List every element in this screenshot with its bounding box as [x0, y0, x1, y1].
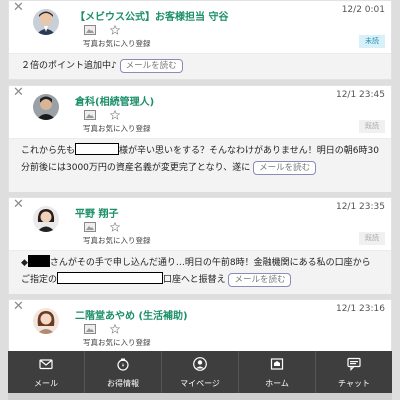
message-preview[interactable]: ◆ さんがその手で申し込んだ通り…明日の午前8時！金融機関にある私の口座からご指定… [9, 250, 391, 294]
timestamp: 12/1 23:35 [335, 202, 385, 212]
tab-label: メール [34, 379, 58, 388]
sender-name[interactable]: 二階堂あやめ (生活補助) [75, 307, 188, 322]
avatar[interactable] [33, 308, 59, 334]
home-icon [270, 358, 284, 370]
favorite-button[interactable]: お気に入り登録 [98, 25, 169, 49]
read-mail-button[interactable]: メールを読む [253, 161, 317, 175]
favorite-button[interactable]: お気に入り登録 [98, 222, 169, 246]
message-card[interactable]: ✕ 平野 翔子 12/1 23:35 写真 お気に入り登録 既読 ◆ さんがその手… [8, 197, 392, 294]
preview-text: これから先も [21, 146, 76, 156]
chat-icon [347, 357, 361, 371]
avatar[interactable] [33, 94, 59, 120]
bottom-strip [8, 393, 392, 400]
sender-name[interactable]: 平野 翔子 [75, 205, 118, 220]
timestamp: 12/1 23:16 [335, 304, 385, 314]
photo-icon [84, 222, 96, 232]
tab-label: ホーム [265, 379, 289, 388]
message-preview[interactable]: これから先も 様が辛い思いをする？そんなわけがありません！明日の朝6時30分前後に… [9, 138, 391, 192]
timestamp: 12/2 0:01 [341, 5, 385, 15]
piggy-bank-icon: ¥ [117, 358, 129, 371]
delete-icon[interactable]: ✕ [13, 198, 24, 212]
delete-icon[interactable]: ✕ [13, 300, 24, 314]
photo-label: 写真 [83, 236, 98, 245]
photo-icon [84, 25, 96, 35]
favorite-button[interactable]: お気に入り登録 [98, 110, 169, 134]
photo-label: 写真 [83, 39, 98, 48]
tab-chat[interactable]: チャット [316, 351, 392, 393]
tab-home[interactable]: ホーム [239, 351, 316, 393]
message-card[interactable]: ✕ 二階堂あやめ (生活補助) 12/1 23:16 写真 お気に入り登録 [8, 299, 392, 359]
redacted-name [27, 255, 50, 267]
message-card[interactable]: ✕ 【メビウス公式】お客様担当 守谷 12/2 0:01 写真 お気に入り登録 … [8, 0, 392, 80]
sender-name[interactable]: 倉科(相続管理人) [75, 93, 154, 108]
timestamp: 12/1 23:45 [335, 90, 385, 100]
svg-text:¥: ¥ [122, 363, 125, 368]
read-mail-button[interactable]: メールを読む [228, 273, 292, 287]
delete-icon[interactable]: ✕ [13, 1, 24, 15]
tab-mypage[interactable]: マイページ [162, 351, 239, 393]
favorite-label: お気に入り登録 [98, 338, 151, 347]
message-card[interactable]: ✕ 倉科(相続管理人) 12/1 23:45 写真 お気に入り登録 既読 これか… [8, 85, 392, 192]
bottom-tab-bar: メール ¥ お得情報 マイページ ホーム チャット [8, 351, 392, 393]
favorite-button[interactable]: お気に入り登録 [98, 324, 169, 348]
tab-label: チャット [338, 379, 370, 388]
avatar[interactable] [33, 206, 59, 232]
photo-label: 写真 [83, 338, 98, 347]
photo-icon [84, 324, 96, 334]
preview-text: 口座へと振替え [163, 275, 226, 285]
star-icon [109, 110, 121, 120]
sender-name[interactable]: 【メビウス公式】お客様担当 守谷 [75, 8, 228, 23]
star-icon [109, 222, 121, 232]
favorite-label: お気に入り登録 [98, 124, 151, 133]
star-icon [109, 324, 121, 334]
status-badge: 未読 [359, 35, 385, 48]
photo-label: 写真 [83, 124, 98, 133]
avatar[interactable] [33, 9, 59, 35]
favorite-label: お気に入り登録 [98, 39, 151, 48]
preview-text: ２倍のポイント追加中♪ [21, 61, 117, 71]
status-badge: 既読 [359, 120, 385, 133]
favorite-label: お気に入り登録 [98, 236, 151, 245]
read-mail-button[interactable]: メールを読む [119, 59, 183, 73]
redacted-account [57, 272, 164, 284]
delete-icon[interactable]: ✕ [13, 86, 24, 100]
star-icon [109, 25, 121, 35]
photo-icon [84, 110, 96, 120]
preview-text: ◆ [21, 258, 28, 268]
mail-icon [39, 359, 53, 370]
message-preview[interactable]: ２倍のポイント追加中♪ メールを読む [9, 53, 391, 79]
tab-deals[interactable]: ¥ お得情報 [85, 351, 162, 393]
tab-mail[interactable]: メール [8, 351, 85, 393]
status-badge: 既読 [359, 232, 385, 245]
user-icon [193, 357, 207, 371]
tab-label: お得情報 [107, 379, 139, 388]
tab-label: マイページ [180, 379, 220, 388]
redacted-name [75, 143, 120, 155]
